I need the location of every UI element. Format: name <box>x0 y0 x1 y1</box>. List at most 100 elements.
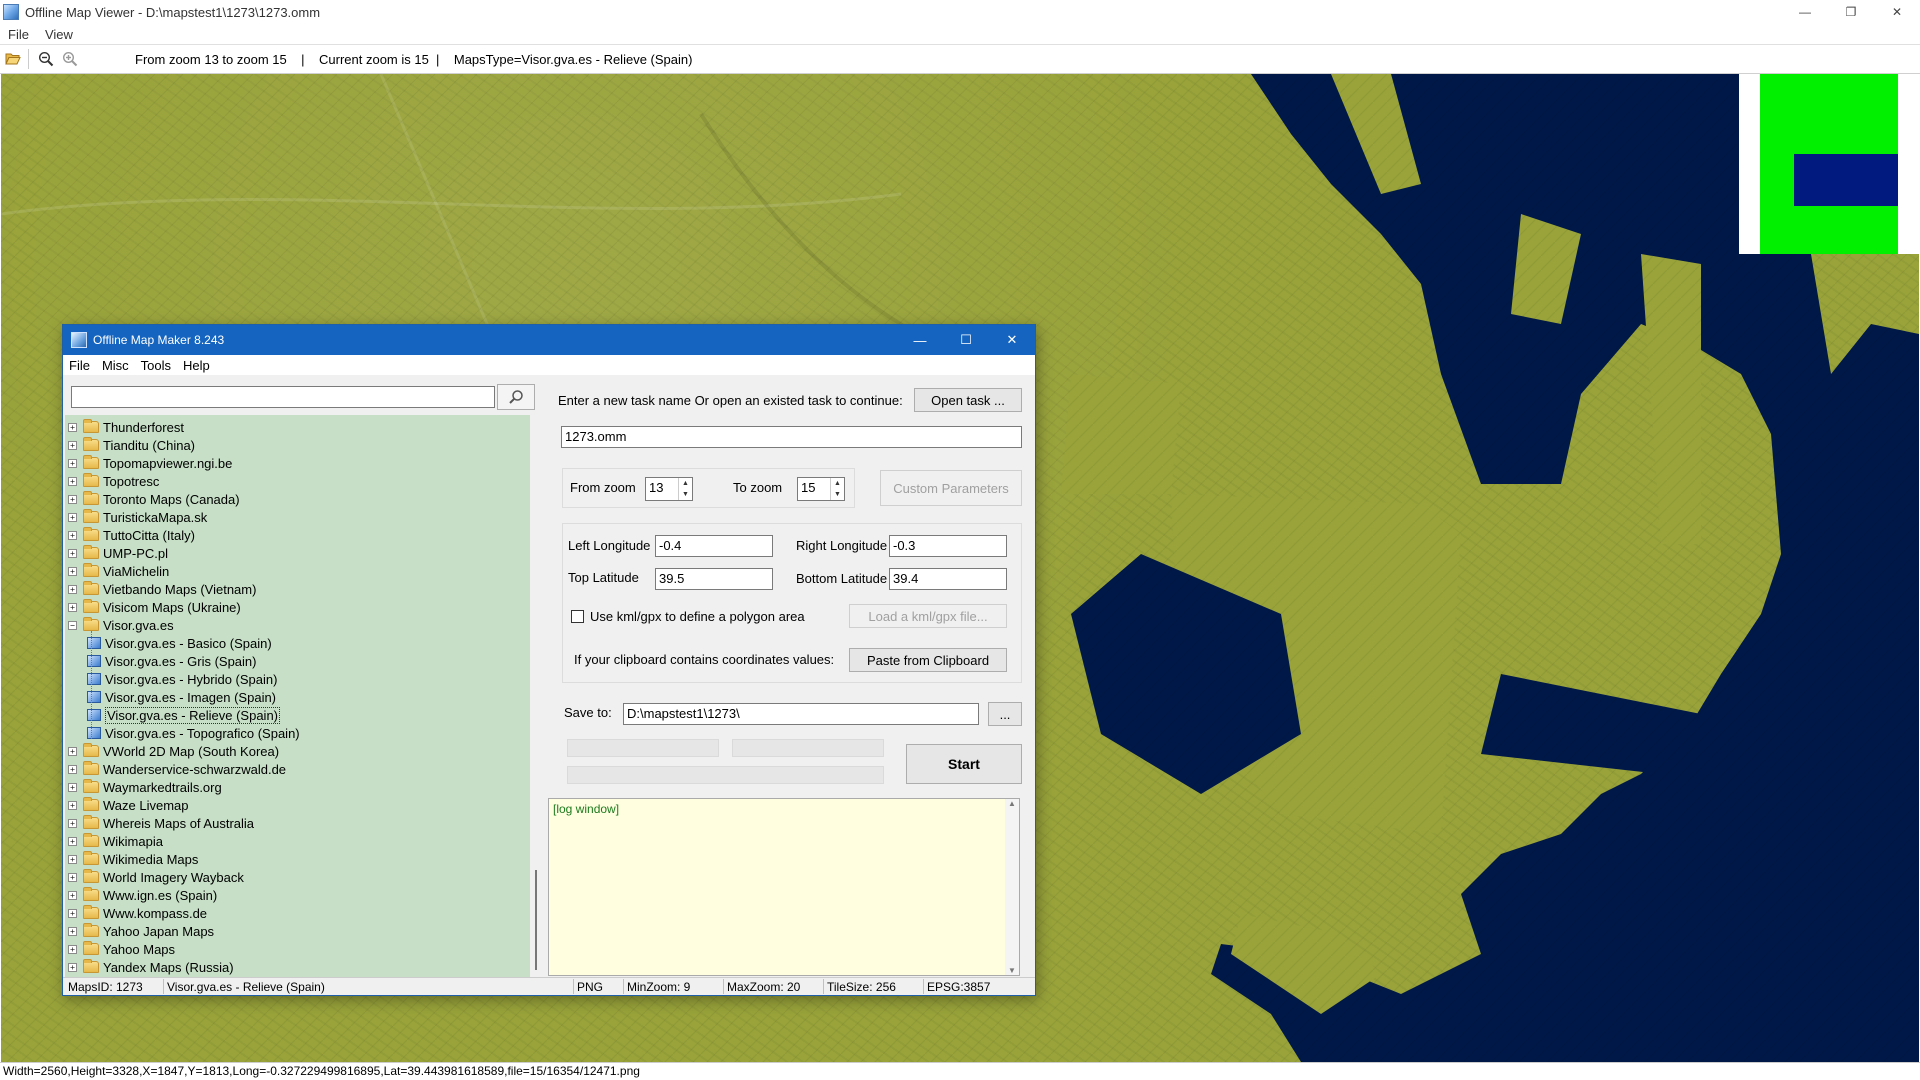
tree-scroll-thumb[interactable] <box>535 870 537 970</box>
scroll-up-icon[interactable]: ▲ <box>1008 799 1016 808</box>
kml-checkbox[interactable] <box>571 610 584 623</box>
expand-icon[interactable]: + <box>68 908 77 918</box>
tree-folder-item[interactable]: + Visicom Maps (Ukraine) <box>65 598 241 616</box>
tree-folder-item[interactable]: + TuttoCitta (Italy) <box>65 526 195 544</box>
zoom-out-icon[interactable] <box>35 48 57 70</box>
spin-down-icon[interactable]: ▼ <box>834 491 841 499</box>
custom-parameters-button[interactable]: Custom Parameters <box>880 470 1022 506</box>
tree-folder-item[interactable]: + VWorld 2D Map (South Korea) <box>65 742 279 760</box>
maker-titlebar[interactable]: Offline Map Maker 8.243 — ☐ ✕ <box>63 325 1035 355</box>
expand-icon[interactable]: + <box>68 944 77 954</box>
log-window[interactable]: [log window] ▲ ▼ <box>548 798 1020 976</box>
tree-folder-item[interactable]: + Yandex Maps (Russia) <box>65 958 234 976</box>
expand-icon[interactable]: + <box>68 440 77 450</box>
tree-folder-item[interactable]: + UMP-PC.pl <box>65 544 168 562</box>
tree-folder-item[interactable]: + Wikimapia <box>65 832 163 850</box>
tree-folder-item[interactable]: + Yahoo Japan Maps <box>65 922 214 940</box>
expand-icon[interactable]: + <box>68 854 77 864</box>
from-zoom-stepper[interactable]: 13 ▲ ▼ <box>645 477 693 501</box>
maker-menu-misc[interactable]: Misc <box>96 358 135 373</box>
tree-map-item[interactable]: Visor.gva.es - Hybrido (Spain) <box>65 670 277 688</box>
tree-folder-item[interactable]: + ViaMichelin <box>65 562 169 580</box>
maker-maximize-button[interactable]: ☐ <box>943 325 989 355</box>
start-button[interactable]: Start <box>906 744 1022 784</box>
spin-up-icon[interactable]: ▲ <box>682 480 689 488</box>
zoom-in-icon[interactable] <box>59 48 81 70</box>
scroll-down-icon[interactable]: ▼ <box>1008 966 1016 975</box>
log-scrollbar[interactable]: ▲ ▼ <box>1005 799 1019 975</box>
maker-menu-tools[interactable]: Tools <box>135 358 177 373</box>
tree-folder-item[interactable]: + Whereis Maps of Australia <box>65 814 254 832</box>
top-latitude-input[interactable]: 39.5 <box>655 568 773 590</box>
tree-folder-item[interactable]: + Tianditu (China) <box>65 436 195 454</box>
map-source-tree[interactable]: + Thunderforest + Tianditu (China) + Topomapv… <box>65 415 530 977</box>
right-longitude-input[interactable]: -0.3 <box>889 535 1007 557</box>
browse-button[interactable]: ... <box>988 702 1022 726</box>
left-longitude-input[interactable]: -0.4 <box>655 535 773 557</box>
expand-icon[interactable]: + <box>68 422 77 432</box>
expand-icon[interactable]: + <box>68 746 77 756</box>
expand-icon[interactable]: + <box>68 458 77 468</box>
maker-menu-help[interactable]: Help <box>177 358 216 373</box>
expand-icon[interactable]: + <box>68 872 77 882</box>
paste-clipboard-button[interactable]: Paste from Clipboard <box>849 648 1007 672</box>
bottom-latitude-input[interactable]: 39.4 <box>889 568 1007 590</box>
expand-icon[interactable]: + <box>68 476 77 486</box>
expand-icon[interactable]: + <box>68 512 77 522</box>
expand-icon[interactable]: + <box>68 836 77 846</box>
tree-folder-item[interactable]: + Vietbando Maps (Vietnam) <box>65 580 256 598</box>
tree-map-item[interactable]: Visor.gva.es - Basico (Spain) <box>65 634 272 652</box>
close-button[interactable]: ✕ <box>1874 0 1920 24</box>
tree-map-item[interactable]: Visor.gva.es - Topografico (Spain) <box>65 724 300 742</box>
search-button[interactable] <box>497 384 535 410</box>
expand-icon[interactable]: + <box>68 602 77 612</box>
tree-folder-item[interactable]: + Wikimedia Maps <box>65 850 198 868</box>
tree-folder-item[interactable]: + Waze Livemap <box>65 796 189 814</box>
tree-folder-item[interactable]: + World Imagery Wayback <box>65 868 244 886</box>
expand-icon[interactable]: + <box>68 962 77 972</box>
load-kml-button[interactable]: Load a kml/gpx file... <box>849 604 1007 628</box>
expand-icon[interactable]: + <box>68 548 77 558</box>
maker-menu-file[interactable]: File <box>63 358 96 373</box>
tree-folder-item[interactable]: + Toronto Maps (Canada) <box>65 490 240 508</box>
expand-icon[interactable]: + <box>68 764 77 774</box>
menu-view[interactable]: View <box>37 27 81 42</box>
tree-folder-item[interactable]: + Topomapviewer.ngi.be <box>65 454 232 472</box>
tree-folder-item[interactable]: + Thunderforest <box>65 418 184 436</box>
expand-icon[interactable]: + <box>68 782 77 792</box>
minimap[interactable] <box>1739 74 1920 254</box>
tree-map-item[interactable]: Visor.gva.es - Imagen (Spain) <box>65 688 276 706</box>
restore-button[interactable]: ❐ <box>1828 0 1874 24</box>
spin-down-icon[interactable]: ▼ <box>682 491 689 499</box>
expand-icon[interactable]: + <box>68 800 77 810</box>
folder-open-icon[interactable] <box>2 48 24 70</box>
tree-folder-item[interactable]: + Www.kompass.de <box>65 904 207 922</box>
tree-map-item[interactable]: Visor.gva.es - Relieve (Spain) <box>65 706 281 724</box>
tree-folder-item[interactable]: + Waymarkedtrails.org <box>65 778 222 796</box>
maker-minimize-button[interactable]: — <box>897 325 943 355</box>
tree-folder-item[interactable]: + Www.ign.es (Spain) <box>65 886 217 904</box>
tree-folder-item[interactable]: + Wanderservice-schwarzwald.de <box>65 760 286 778</box>
tree-folder-item[interactable]: + Topotresc <box>65 472 159 490</box>
menu-file[interactable]: File <box>0 27 37 42</box>
tree-scrollbar[interactable] <box>530 415 547 977</box>
spin-up-icon[interactable]: ▲ <box>834 480 841 488</box>
minimize-button[interactable]: — <box>1782 0 1828 24</box>
expand-icon[interactable]: + <box>68 818 77 828</box>
to-zoom-stepper[interactable]: 15 ▲ ▼ <box>797 477 845 501</box>
expand-icon[interactable]: + <box>68 566 77 576</box>
open-task-button[interactable]: Open task ... <box>914 388 1022 412</box>
task-name-input[interactable]: 1273.omm <box>561 426 1022 448</box>
tree-folder-item[interactable]: − Visor.gva.es <box>65 616 174 634</box>
maker-close-button[interactable]: ✕ <box>989 325 1035 355</box>
tree-folder-item[interactable]: + Yahoo Maps <box>65 940 175 958</box>
map-search-input[interactable] <box>71 386 495 408</box>
expand-icon[interactable]: + <box>68 926 77 936</box>
expand-icon[interactable]: + <box>68 890 77 900</box>
expand-icon[interactable]: + <box>68 494 77 504</box>
collapse-icon[interactable]: − <box>68 620 77 630</box>
expand-icon[interactable]: + <box>68 584 77 594</box>
tree-map-item[interactable]: Visor.gva.es - Gris (Spain) <box>65 652 256 670</box>
tree-folder-item[interactable]: + TuristickaMapa.sk <box>65 508 207 526</box>
save-to-input[interactable]: D:\mapstest1\1273\ <box>623 703 979 725</box>
